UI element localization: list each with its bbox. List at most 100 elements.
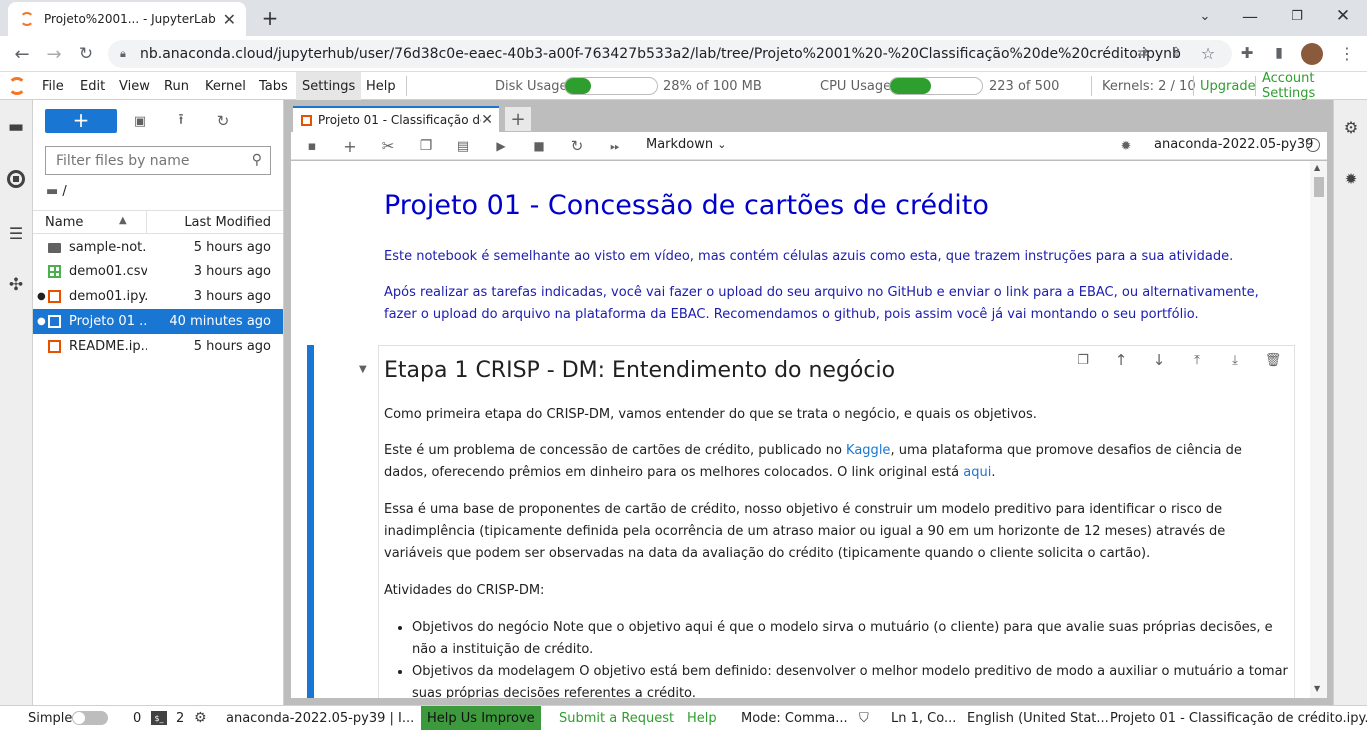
file-row-selected[interactable]: ● Projeto 01 ... 40 minutes ago [33, 309, 283, 334]
close-window-icon[interactable]: ✕ [1331, 4, 1355, 28]
restart-icon[interactable]: ↻ [568, 137, 586, 155]
kernel-name[interactable]: anaconda-2022.05-py39 [1154, 137, 1313, 152]
scroll-thumb[interactable] [1314, 177, 1324, 197]
scroll-up-icon[interactable]: ▲ [1314, 163, 1320, 172]
browser-tab[interactable]: Projeto%2001... - JupyterLab ✕ [8, 2, 246, 36]
new-launcher-button[interactable]: + [45, 109, 117, 133]
new-folder-icon[interactable]: ▣ [129, 110, 151, 132]
file-row[interactable]: ● demo01.ipy... 3 hours ago [33, 284, 283, 309]
column-divider [146, 211, 147, 233]
paste-icon[interactable]: ▤ [454, 137, 472, 155]
folder-icon[interactable]: ▬ [4, 116, 28, 138]
new-tab-icon[interactable]: + [258, 6, 282, 30]
profile-avatar[interactable] [1301, 43, 1323, 65]
file-browser [33, 100, 284, 705]
close-tab-icon[interactable]: ✕ [481, 112, 493, 128]
forward-icon[interactable]: → [42, 42, 66, 66]
share-icon[interactable]: ⇪ [1165, 42, 1187, 64]
running-icon[interactable] [4, 168, 28, 190]
browser-menu-icon[interactable]: ⋮ [1336, 42, 1358, 64]
help-link[interactable]: Help [687, 706, 717, 730]
terminal-icon[interactable]: $_ [151, 706, 167, 730]
notebook-tab[interactable]: Projeto 01 - Classificação de ✕ [293, 106, 499, 132]
kernel-icon[interactable]: ⚙ [194, 706, 207, 730]
account-settings-link[interactable]: Account Settings [1262, 71, 1367, 101]
close-tab-icon[interactable]: ✕ [223, 10, 236, 29]
menu-view[interactable]: View [113, 72, 156, 100]
restore-icon[interactable]: ❐ [1285, 4, 1309, 28]
debugger-icon[interactable]: ✹ [1339, 168, 1363, 190]
cell-type-value: Markdown [646, 137, 714, 152]
delete-cell-icon[interactable]: 🗑︎ [1264, 351, 1282, 369]
menu-help[interactable]: Help [360, 72, 402, 100]
help-improve-button[interactable]: Help Us Improve [421, 706, 541, 730]
file-row[interactable]: sample-not... 5 hours ago [33, 235, 283, 260]
menu-file[interactable]: File [36, 72, 70, 100]
upload-icon[interactable]: ⭱ [170, 110, 192, 132]
jupyter-logo-icon[interactable] [8, 77, 26, 95]
menu-kernel[interactable]: Kernel [199, 72, 252, 100]
insert-above-icon[interactable]: ⤒ [1188, 351, 1206, 369]
simple-mode-toggle[interactable] [72, 706, 108, 730]
reload-icon[interactable]: ↻ [74, 42, 98, 66]
refresh-icon[interactable]: ↻ [212, 110, 234, 132]
save-icon[interactable]: ▪ [303, 137, 321, 155]
extension-puzzle-icon[interactable]: ✣ [4, 274, 28, 296]
notebook-icon [48, 315, 61, 328]
translate-icon[interactable]: ⇄ [1132, 42, 1154, 64]
breadcrumb-root[interactable]: / [62, 184, 66, 199]
extensions-icon[interactable]: ✚ [1236, 42, 1258, 64]
section-heading: Etapa 1 CRISP - DM: Entendimento do negó… [384, 358, 896, 383]
upgrade-link[interactable]: Upgrade [1200, 72, 1256, 100]
run-all-icon[interactable]: ⏩︎ [606, 137, 624, 155]
menu-tabs[interactable]: Tabs [253, 72, 294, 100]
insert-cell-icon[interactable]: + [341, 137, 359, 156]
filter-files-input[interactable]: Filter files by name ⚲ [45, 146, 271, 175]
notebook-scrollbar[interactable]: ▲ ▼ [1310, 161, 1327, 698]
cut-icon[interactable]: ✂ [379, 137, 397, 155]
paragraph: Como primeira etapa do CRISP-DM, vamos e… [384, 407, 1037, 422]
breadcrumb[interactable]: ▬ / [46, 184, 67, 199]
kaggle-link[interactable]: Kaggle [846, 443, 890, 458]
copy-icon[interactable]: ❐ [417, 137, 435, 155]
submit-request-link[interactable]: Submit a Request [559, 706, 674, 730]
move-down-icon[interactable]: ↓ [1150, 351, 1168, 369]
add-tab-icon[interactable]: + [505, 107, 531, 131]
column-last-modified[interactable]: Last Modified [184, 215, 271, 230]
file-row[interactable]: README.ip... 5 hours ago [33, 334, 283, 359]
run-icon[interactable]: ▶ [492, 137, 510, 155]
language-indicator[interactable]: English (United Stat... [967, 706, 1109, 730]
cursor-position[interactable]: Ln 1, Co... [891, 706, 956, 730]
scroll-down-icon[interactable]: ▼ [1314, 684, 1320, 693]
property-inspector-icon[interactable]: ⚙ [1339, 116, 1363, 138]
tab-search-icon[interactable]: ⌄ [1193, 4, 1217, 28]
running-dot-icon: ● [37, 291, 46, 302]
column-name[interactable]: Name [45, 215, 83, 230]
bookmark-star-icon[interactable]: ☆ [1197, 42, 1219, 64]
jupyter-favicon-icon [20, 12, 34, 26]
move-up-icon[interactable]: ↑ [1112, 351, 1130, 369]
kernel-status[interactable]: anaconda-2022.05-py39 | I... [226, 706, 414, 730]
insert-below-icon[interactable]: ⤓ [1226, 351, 1244, 369]
debugger-icon[interactable]: ✹ [1117, 137, 1135, 155]
original-link[interactable]: aqui [963, 465, 991, 480]
toc-icon[interactable]: ☰ [4, 222, 28, 244]
file-row[interactable]: demo01.csv 3 hours ago [33, 259, 283, 284]
menu-run[interactable]: Run [158, 72, 195, 100]
menu-edit[interactable]: Edit [74, 72, 111, 100]
cpu-usage-label: CPU Usage [820, 78, 892, 94]
stop-icon[interactable]: ■ [530, 137, 548, 155]
sidepanel-icon[interactable]: ▮ [1268, 42, 1290, 64]
address-bar[interactable]: 🔒︎ nb.anaconda.cloud/jupyterhub/user/76d… [108, 40, 1232, 68]
notebook-icon [301, 114, 312, 126]
intro-paragraph: Após realizar as tarefas indicadas, você… [384, 285, 1259, 322]
search-icon: ⚲ [251, 152, 262, 168]
menu-settings[interactable]: Settings [296, 72, 362, 100]
minimize-icon[interactable]: — [1238, 4, 1262, 28]
cell-type-select[interactable]: Markdown ⌄ [646, 137, 727, 152]
back-icon[interactable]: ← [10, 42, 34, 66]
paragraph: Este é um problema de concessão de cartõ… [384, 440, 1264, 484]
trust-icon[interactable]: ⛉ [859, 706, 869, 730]
duplicate-cell-icon[interactable]: ❐ [1074, 351, 1092, 369]
collapse-caret-icon[interactable]: ▼ [359, 364, 367, 375]
